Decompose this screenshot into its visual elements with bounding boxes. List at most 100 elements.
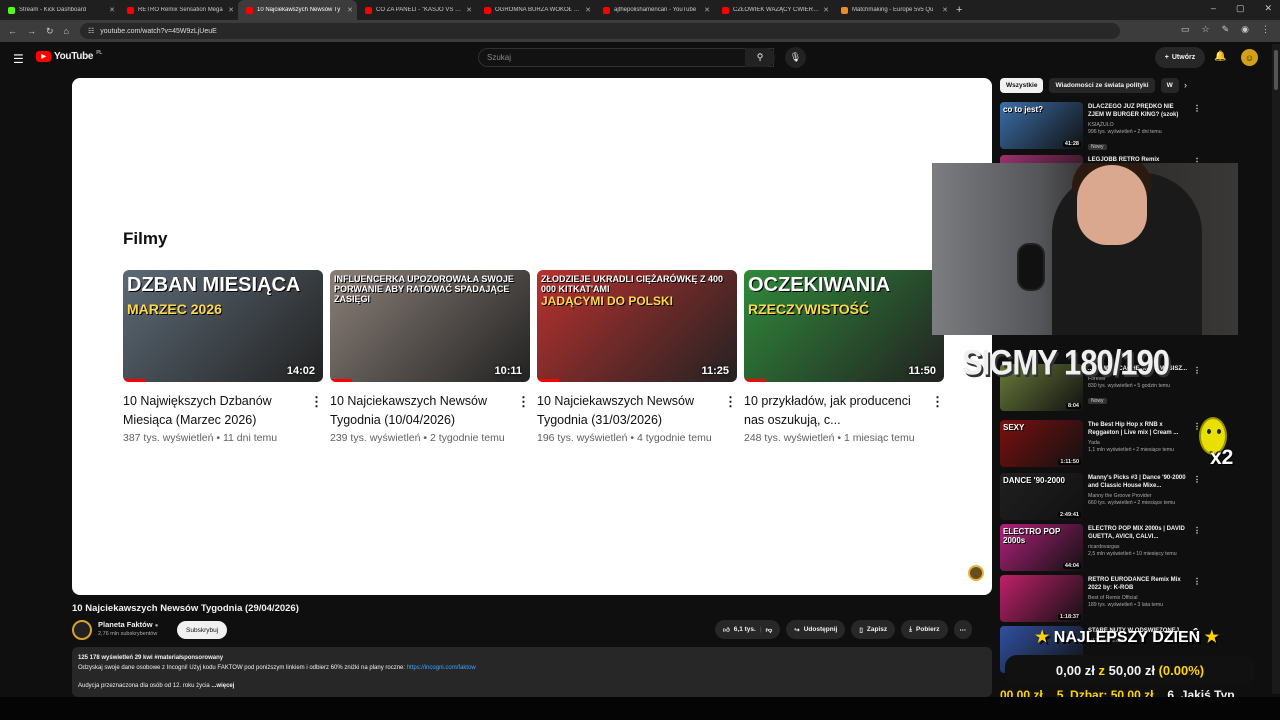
video-thumbnail[interactable]: OCZEKIWANIA RZECZYWISTOŚĆ 11:50 <box>744 270 944 382</box>
recommended-video[interactable]: ELECTRO POP 2000s 44:04 ELECTRO POP MIX 20… <box>1000 524 1201 572</box>
recommended-thumbnail[interactable]: 1:18:37 <box>1000 575 1083 622</box>
more-options-icon[interactable]: ⋮ <box>310 394 323 410</box>
browser-tab[interactable]: CZŁOWIEK WAŻĄCY ĆWIERĆ T ✕ <box>714 0 833 20</box>
recommended-thumbnail[interactable]: ELECTRO POP 2000s 44:04 <box>1000 524 1083 571</box>
close-icon[interactable]: ✕ <box>942 6 948 14</box>
browser-tab[interactable]: RETRO Remix Sensation Mega ✕ <box>119 0 238 20</box>
card-title[interactable]: 10 Najciekawszych Newsów Tygodnia (10/04… <box>330 392 510 430</box>
extensions-icon[interactable]: ✎ <box>1222 24 1230 35</box>
recommended-thumbnail[interactable]: DANCE '90-2000 2:49:41 <box>1000 473 1083 520</box>
recommended-channel[interactable]: Manny the Groove Provider <box>1088 493 1188 499</box>
new-tab-button[interactable]: + <box>956 4 962 16</box>
recommended-title[interactable]: The Best Hip Hop x RNB x Reggaeton | Liv… <box>1088 421 1188 437</box>
endscreen-video-card[interactable]: OCZEKIWANIA RZECZYWISTOŚĆ 11:50 10 przykład… <box>744 270 944 444</box>
more-options-icon[interactable]: ⋮ <box>724 394 737 410</box>
forward-icon[interactable]: → <box>27 26 36 36</box>
recommended-video[interactable]: 1:18:37 RETRO EURODANCE Remix Mix 2022 by… <box>1000 575 1201 623</box>
like-button[interactable]: 👍︎ 6,1 tys. | 👎︎ <box>715 620 781 639</box>
recommended-video[interactable]: DANCE '90-2000 2:49:41 Manny's Picks #3 | … <box>1000 473 1201 521</box>
close-icon[interactable]: ✕ <box>466 6 472 14</box>
video-description[interactable]: 125 178 wyświetleń 29 kwi #materiałspons… <box>72 647 992 697</box>
minimize-icon[interactable]: – <box>1211 3 1216 14</box>
video-thumbnail[interactable]: ZŁODZIEJE UKRADLI CIĘŻARÓWKĘ Z 400 000 K… <box>537 270 737 382</box>
more-options-icon[interactable]: ⋮ <box>1193 526 1201 535</box>
channel-name[interactable]: Planeta Faktów ● <box>98 620 158 629</box>
recommended-video[interactable]: co to jest? 41:28 DLACZEGO JUŻ PRĘDKO NIE … <box>1000 102 1201 150</box>
recommended-channel[interactable]: Yada <box>1088 440 1188 446</box>
url-field[interactable]: ☷ youtube.com/watch?v=45W9zLjUeuE <box>80 23 1120 39</box>
maximize-icon[interactable]: ▢ <box>1236 3 1245 14</box>
channel-watermark[interactable] <box>968 565 984 581</box>
sponsor-link[interactable]: https://incogni.com/faktow <box>407 665 476 671</box>
tab-favicon-icon <box>484 6 491 14</box>
close-icon[interactable]: ✕ <box>823 6 829 14</box>
card-title[interactable]: 10 Najciekawszych Newsów Tygodnia (31/03… <box>537 392 717 430</box>
more-options-icon[interactable]: ⋮ <box>931 394 944 410</box>
reload-icon[interactable]: ↻ <box>46 26 54 37</box>
subscribe-button[interactable]: Subskrybuj <box>177 621 228 639</box>
show-more-link[interactable]: ...więcej <box>211 683 234 689</box>
notifications-bell-icon[interactable]: 🔔 <box>1214 51 1226 62</box>
menu-dots-icon[interactable]: ⋮ <box>1261 24 1270 35</box>
endscreen-video-card[interactable]: DZBAN MIESIĄCA MARZEC 2026 14:02 10 Najwięk… <box>123 270 323 444</box>
browser-tab[interactable]: Matchmaking - Europe 5v5 Qu ✕ <box>833 0 952 20</box>
close-icon[interactable]: ✕ <box>109 6 115 14</box>
recommended-title[interactable]: Manny's Picks #3 | Dance '90-2000 and Cl… <box>1088 474 1188 490</box>
create-button[interactable]: + Utwórz <box>1155 47 1205 68</box>
recommended-title[interactable]: RETRO EURODANCE Remix Mix 2022 by: K-ROB <box>1088 576 1188 592</box>
recommended-title[interactable]: ELECTRO POP MIX 2000s | DAVID GUETTA, AV… <box>1088 525 1188 541</box>
more-options-icon[interactable]: ⋮ <box>1193 475 1201 484</box>
more-options-icon[interactable]: ⋮ <box>517 394 530 410</box>
recommended-thumbnail[interactable]: SEXY 1:11:50 <box>1000 420 1083 467</box>
recommended-channel[interactable]: Best of Remix Official <box>1088 595 1188 601</box>
browser-tab[interactable]: Stream - Kick Dashboard ✕ <box>0 0 119 20</box>
endscreen-video-card[interactable]: INFLUENCERKA UPOZOROWAŁA SWOJE PORWANIE … <box>330 270 530 444</box>
video-player[interactable]: Filmy DZBAN MIESIĄCA MARZEC 2026 14:02 10 N… <box>72 78 992 595</box>
recommended-thumbnail[interactable]: co to jest? 41:28 <box>1000 102 1083 149</box>
browser-tab[interactable]: OGROMNA BURZA WOKÓŁ NA ✕ <box>476 0 595 20</box>
site-info-icon[interactable]: ☷ <box>88 27 94 35</box>
video-thumbnail[interactable]: INFLUENCERKA UPOZOROWAŁA SWOJE PORWANIE … <box>330 270 530 382</box>
card-title[interactable]: 10 przykładów, jak producenci nas oszuku… <box>744 392 924 430</box>
close-icon[interactable]: ✕ <box>585 6 591 14</box>
bookmark-star-icon[interactable]: ☆ <box>1202 24 1210 35</box>
page-scrollbar[interactable] <box>1272 44 1280 694</box>
more-options-icon[interactable]: ⋮ <box>1193 366 1201 375</box>
recommended-channel[interactable]: ricardovargas <box>1088 544 1188 550</box>
home-icon[interactable]: ⌂ <box>64 26 69 36</box>
chevron-right-icon[interactable]: › <box>1184 80 1187 90</box>
close-icon[interactable]: ✕ <box>228 6 234 14</box>
endscreen-video-card[interactable]: ZŁODZIEJE UKRADLI CIĘŻARÓWKĘ Z 400 000 K… <box>537 270 737 444</box>
back-icon[interactable]: ← <box>8 26 17 36</box>
more-options-icon[interactable]: ⋮ <box>1193 577 1201 586</box>
recommended-channel[interactable]: KSIĄŻULO <box>1088 122 1188 128</box>
download-button[interactable]: ⤓ Pobierz <box>901 620 948 639</box>
close-window-icon[interactable]: ✕ <box>1264 3 1272 14</box>
youtube-logo[interactable]: ▶ YouTube PL <box>36 50 102 62</box>
search-button[interactable]: ⚲ <box>745 48 775 67</box>
profile-icon[interactable]: ◉ <box>1241 24 1249 35</box>
card-title[interactable]: 10 Największych Dzbanów Miesiąca (Marzec… <box>123 392 303 430</box>
filter-chip[interactable]: Wiadomości ze świata polityki <box>1049 78 1155 93</box>
filter-chip[interactable]: W <box>1160 78 1179 93</box>
recommended-video[interactable]: SEXY 1:11:50 The Best Hip Hop x RNB x Regg… <box>1000 420 1201 468</box>
more-options-icon[interactable]: ⋮ <box>1193 104 1201 113</box>
save-button[interactable]: ▯ Zapisz <box>851 620 896 639</box>
browser-tab[interactable]: CO ZA PANELI - "KASJO VS BO ✕ <box>357 0 476 20</box>
voice-search-button[interactable]: 🎙 <box>785 47 806 68</box>
avatar[interactable]: ☺ <box>1241 49 1258 66</box>
filter-chip[interactable]: Wszystkie <box>1000 78 1044 93</box>
more-actions-button[interactable]: ⋯ <box>953 620 972 639</box>
browser-tab[interactable]: 10 Najciekawszych Newsów Ty ✕ <box>238 0 357 20</box>
video-thumbnail[interactable]: DZBAN MIESIĄCA MARZEC 2026 14:02 <box>123 270 323 382</box>
recommended-title[interactable]: DLACZEGO JUŻ PRĘDKO NIE ZJEM W BURGER KI… <box>1088 103 1188 119</box>
search-input[interactable]: Szukaj ⌨ <box>478 48 774 67</box>
browser-tab[interactable]: ajthepolishamerican - YouTube ✕ <box>595 0 714 20</box>
channel-avatar[interactable] <box>72 620 92 640</box>
thumbs-down-icon[interactable]: 👎︎ <box>766 626 773 634</box>
hamburger-menu-icon[interactable]: ☰ <box>13 52 24 66</box>
cast-icon[interactable]: ▭ <box>1181 24 1190 35</box>
close-icon[interactable]: ✕ <box>347 6 353 14</box>
share-button[interactable]: ↪ Udostępnij <box>786 620 846 639</box>
close-icon[interactable]: ✕ <box>704 6 710 14</box>
